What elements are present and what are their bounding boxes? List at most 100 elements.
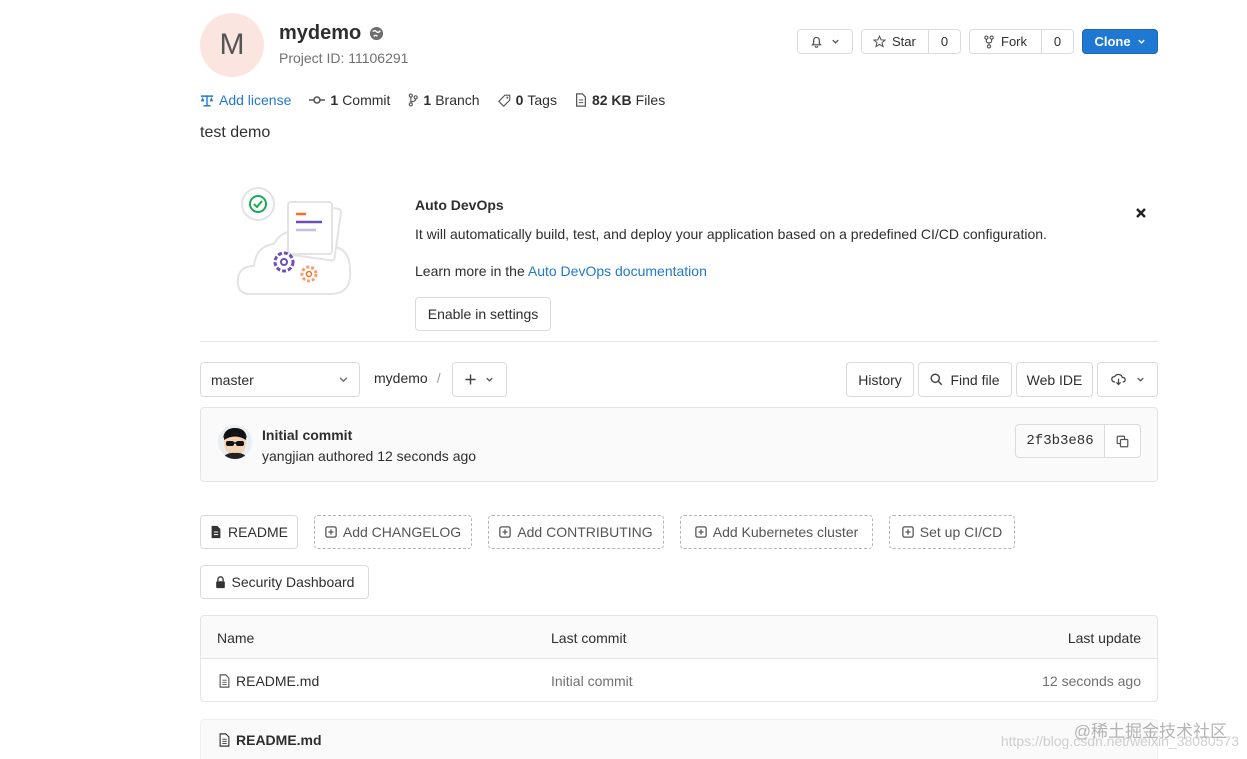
file-name: README.md [236,673,320,689]
column-header-last-commit: Last commit [551,630,627,646]
avatar[interactable] [218,425,252,459]
add-changelog-button[interactable]: Add CHANGELOG [314,515,472,549]
branch-count: 1 [423,92,432,108]
files-size: 82 KB [591,92,632,108]
devops-description: It will automatically build, test, and d… [415,226,1047,242]
project-id: Project ID: 11106291 [279,50,409,66]
setup-cicd-label: Set up CI/CD [919,524,1003,540]
star-label: Star [892,34,916,49]
notification-dropdown[interactable] [797,29,853,54]
tag-icon [497,94,510,107]
commit-author[interactable]: yangjian [262,448,314,464]
add-kubernetes-cluster-label: Add Kubernetes cluster [712,524,859,540]
commit-label: Commit [342,92,391,108]
lock-icon [215,575,225,588]
learn-more-prefix: Learn more in the [415,263,528,279]
globe-icon [369,26,384,41]
breadcrumb: mydemo / [374,370,441,386]
fork-label: Fork [1001,34,1027,49]
add-contributing-button[interactable]: Add CONTRIBUTING [488,515,664,549]
branch-selector[interactable]: master [200,362,360,397]
devops-learn-more: Learn more in the Auto DevOps documentat… [415,263,707,279]
star-count[interactable]: 0 [928,29,961,54]
find-file-button[interactable]: Find file [918,362,1012,397]
web-ide-button[interactable]: Web IDE [1016,362,1093,397]
close-icon[interactable] [1135,207,1147,219]
scale-icon [200,94,214,106]
branch-icon [409,93,419,107]
project-title[interactable]: mydemo [279,22,361,45]
plus-icon [465,374,476,385]
project-description: test demo [200,124,271,141]
add-contributing-label: Add CONTRIBUTING [517,524,653,540]
chevron-down-icon [339,377,348,383]
plus-square-icon [499,526,512,538]
readme-link-label: README [228,524,288,540]
enable-in-settings-label: Enable in settings [427,306,539,322]
chevron-down-icon [1136,377,1144,382]
file-last-commit[interactable]: Initial commit [551,673,633,689]
plus-square-icon [901,526,914,538]
star-button[interactable]: Star [861,29,929,54]
commit-sha[interactable]: 2f3b3e86 [1015,424,1105,458]
commits-link[interactable]: 1 Commit [309,92,390,108]
plus-square-icon [325,526,337,538]
readme-filename: README.md [219,732,322,748]
avatar-letter: M [219,28,245,61]
tag-label: Tags [527,92,557,108]
breadcrumb-separator: / [436,370,441,386]
commit-count: 1 [330,92,339,108]
add-license-label: Add license [219,92,292,108]
file-icon [575,93,586,107]
fork-icon [984,34,994,49]
bell-icon [811,36,822,48]
download-dropdown[interactable] [1097,362,1158,397]
project-avatar: M [200,13,264,77]
files-label: Files [635,92,666,108]
file-name-cell[interactable]: README.md [219,673,319,689]
enable-in-settings-button[interactable]: Enable in settings [415,297,551,331]
tag-count: 0 [515,92,524,108]
file-table: Name Last commit Last update README.md I… [200,615,1158,702]
file-icon [219,674,230,688]
star-count-value: 0 [940,34,949,49]
chevron-down-icon [486,377,493,382]
readme-filename-label: README.md [236,732,322,748]
security-dashboard-link[interactable]: Security Dashboard [200,565,369,599]
commit-icon [309,96,326,104]
plus-square-icon [694,526,707,538]
readme-link[interactable]: README [200,515,298,549]
watermark-url: https://blog.csdn.net/weixin_38080573 [1000,733,1239,749]
add-license-link[interactable]: Add license [200,92,291,108]
fork-count-value: 0 [1053,34,1062,49]
files-link[interactable]: 82 KB Files [575,92,665,108]
branch-selector-value: master [211,371,254,388]
commit-title[interactable]: Initial commit [262,427,352,443]
add-to-tree-dropdown[interactable] [452,362,507,397]
star-icon [873,35,886,48]
history-button[interactable]: History [846,362,914,397]
clone-label: Clone [1094,34,1131,49]
chevron-down-icon [832,39,839,44]
fork-count[interactable]: 0 [1041,29,1074,54]
download-icon [1110,373,1126,386]
fork-button[interactable]: Fork [969,29,1042,54]
copy-icon [1116,435,1129,447]
doc-icon [211,525,221,539]
add-kubernetes-cluster-button[interactable]: Add Kubernetes cluster [680,515,873,549]
chevron-down-icon [1137,39,1145,44]
clone-button[interactable]: Clone [1082,29,1158,54]
tags-link[interactable]: 0 Tags [497,92,557,108]
branches-link[interactable]: 1 Branch [408,92,480,108]
copy-sha-button[interactable] [1104,424,1141,458]
column-header-last-update: Last update [1067,630,1141,646]
devops-docs-link[interactable]: Auto DevOps documentation [528,263,707,279]
table-header: Name Last commit Last update [201,616,1157,659]
web-ide-label: Web IDE [1026,371,1083,388]
table-row[interactable]: README.md Initial commit 12 seconds ago [201,659,1157,701]
commit-time: authored 12 seconds ago [314,448,477,464]
search-icon [930,373,943,386]
breadcrumb-root[interactable]: mydemo [374,370,428,386]
setup-cicd-button[interactable]: Set up CI/CD [889,515,1015,549]
security-dashboard-label: Security Dashboard [231,574,355,590]
